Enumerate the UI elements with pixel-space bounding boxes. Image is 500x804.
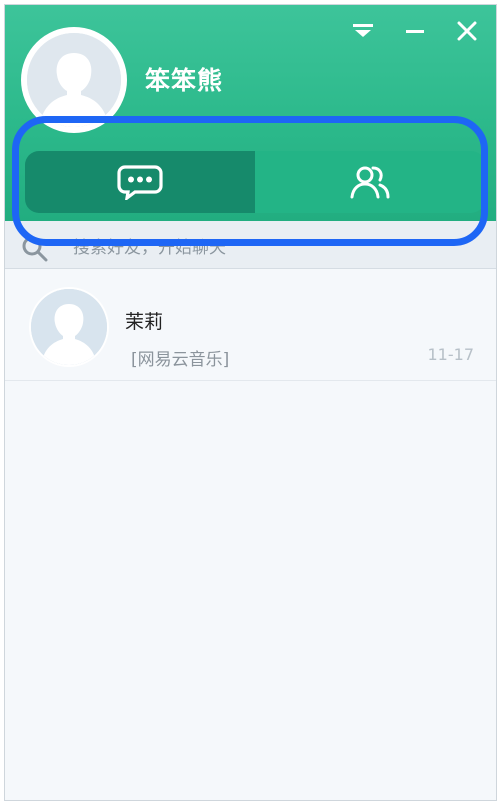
chat-bubble-icon [117, 165, 163, 200]
main-tabs [25, 151, 485, 213]
contact-avatar [29, 287, 109, 367]
window-controls [348, 19, 482, 43]
tab-chats[interactable] [25, 151, 255, 213]
dropdown-icon[interactable] [348, 19, 378, 43]
minimize-icon[interactable] [400, 19, 430, 43]
close-icon[interactable] [452, 19, 482, 43]
contacts-icon [350, 166, 390, 199]
tab-contacts[interactable] [255, 151, 485, 213]
message-preview: [网易云音乐] [131, 350, 230, 370]
default-avatar-icon [27, 33, 121, 127]
username: 笨笨熊 [145, 66, 224, 95]
contact-name: 茉莉 [125, 311, 164, 333]
search-icon [22, 236, 48, 262]
search-bar[interactable]: 搜索好友，开始聊天 [5, 221, 496, 269]
message-time: 11-17 [427, 345, 475, 364]
user-avatar[interactable] [21, 27, 127, 133]
search-input[interactable]: 搜索好友，开始聊天 [73, 233, 226, 258]
chat-window: 笨笨熊 搜索好友，开始聊天 茉莉 [网易云音乐] 11-17 [4, 4, 497, 801]
list-item[interactable]: 茉莉 [网易云音乐] 11-17 [5, 273, 496, 381]
default-avatar-icon [31, 289, 107, 365]
